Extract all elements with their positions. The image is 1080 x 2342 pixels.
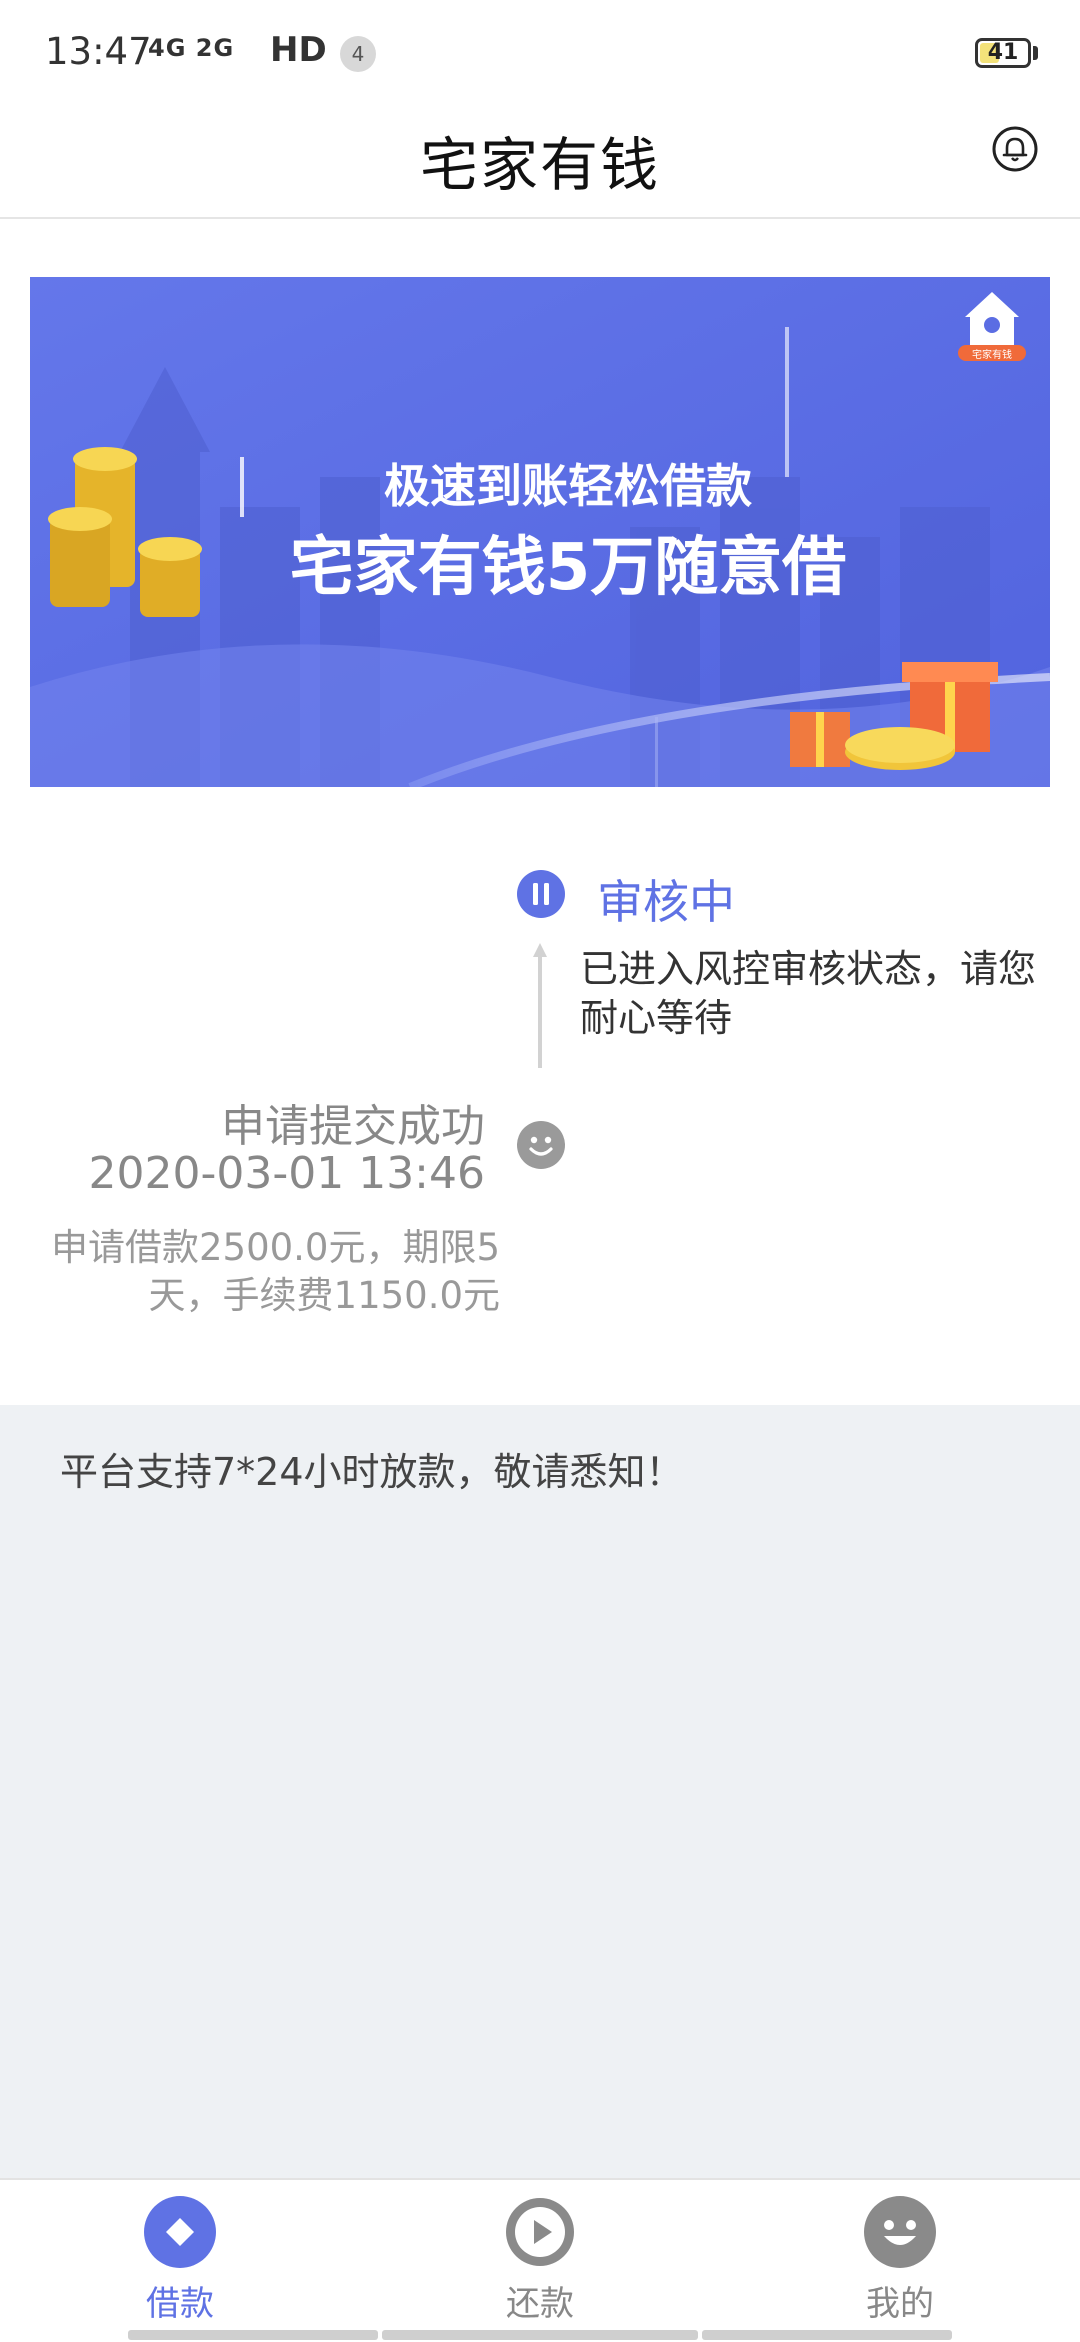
pause-icon bbox=[516, 869, 566, 919]
tab-borrow-label: 借款 bbox=[146, 2284, 214, 2324]
bottom-nav: 借款 还款 我的 bbox=[0, 2178, 1080, 2342]
banner-headline-1: 极速到账轻松借款 bbox=[384, 459, 752, 513]
smiley-icon bbox=[864, 2196, 936, 2268]
page-title: 宅家有钱 bbox=[419, 131, 660, 199]
diamond-icon bbox=[144, 2196, 216, 2268]
status-description: 已进入风控审核状态，请您耐心等待 bbox=[580, 947, 1037, 1040]
tab-borrow[interactable]: 借款 bbox=[100, 2196, 260, 2326]
tab-repay[interactable]: 还款 bbox=[460, 2196, 620, 2326]
step-timestamp: 2020-03-01 13:46 bbox=[88, 1148, 486, 1199]
network-indicator: 4G 2G bbox=[148, 34, 235, 62]
battery-percent: 41 bbox=[987, 40, 1019, 65]
promo-banner[interactable]: 宅家有钱 极速到账轻松借款 宅家有钱5万随意借 bbox=[30, 277, 1050, 787]
notification-count-badge: 4 bbox=[340, 36, 376, 72]
play-icon bbox=[506, 2198, 574, 2266]
notice-text: 平台支持7*24小时放款，敬请悉知！ bbox=[60, 1450, 684, 1494]
home-indicator-segment bbox=[382, 2330, 698, 2340]
smiley-icon bbox=[516, 1120, 566, 1170]
tab-repay-label: 还款 bbox=[506, 2284, 574, 2324]
tab-mine-label: 我的 bbox=[866, 2284, 934, 2324]
status-title: 审核中 bbox=[597, 875, 735, 929]
banner-headline-2: 宅家有钱5万随意借 bbox=[290, 531, 847, 605]
step-title: 申请提交成功 bbox=[221, 1101, 485, 1152]
battery-cap bbox=[1033, 46, 1038, 60]
status-bar: 13:47 4G 2G HD 4 41 bbox=[0, 0, 1080, 100]
step-description: 申请借款2500.0元，期限5天，手续费1150.0元 bbox=[50, 1226, 500, 1317]
hd-indicator: HD bbox=[270, 30, 327, 70]
app-header: 宅家有钱 bbox=[0, 100, 1080, 219]
bell-icon[interactable] bbox=[990, 124, 1040, 174]
home-indicator-segment bbox=[128, 2330, 378, 2340]
status-time: 13:47 bbox=[45, 30, 152, 73]
timeline-arrow bbox=[530, 943, 550, 1073]
tab-mine[interactable]: 我的 bbox=[820, 2196, 980, 2326]
banner-logo-text: 宅家有钱 bbox=[972, 348, 1012, 361]
battery-icon: 41 bbox=[975, 38, 1031, 68]
home-indicator-segment bbox=[702, 2330, 952, 2340]
notice-panel: 平台支持7*24小时放款，敬请悉知！ bbox=[0, 1405, 1080, 2178]
